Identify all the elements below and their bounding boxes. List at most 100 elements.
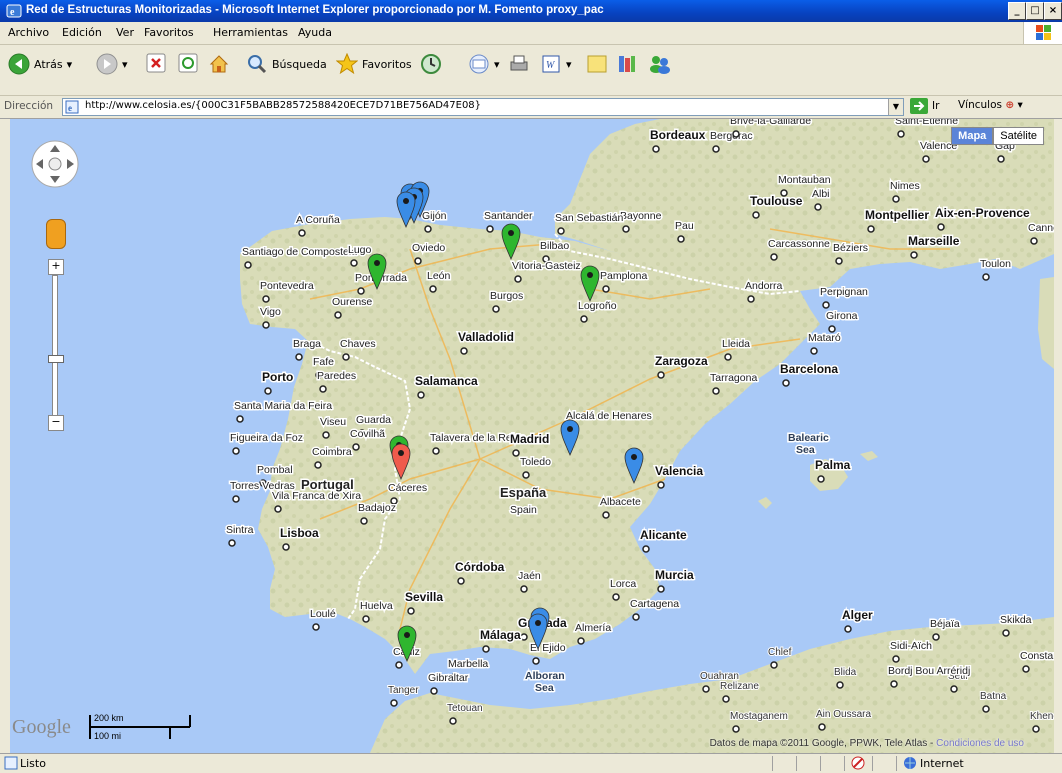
menu-favoritos[interactable]: Favoritos — [144, 26, 194, 39]
city-name: Carcassonne — [768, 238, 830, 250]
zoom-control[interactable]: + − — [48, 259, 64, 431]
google-logo[interactable]: Google — [12, 716, 71, 739]
city-name: Montpellier — [865, 208, 929, 222]
print-button[interactable] — [508, 53, 530, 75]
research-button[interactable] — [616, 53, 638, 75]
city-dot — [910, 251, 918, 259]
city-dot — [262, 295, 270, 303]
address-dropdown-icon[interactable]: ▼ — [888, 99, 903, 115]
city-name: Salamanca — [415, 374, 478, 388]
marker-dot — [374, 260, 380, 266]
mail-icon — [469, 54, 489, 74]
city-name: Ourense — [332, 296, 372, 308]
edit-button[interactable]: W ▾ — [540, 53, 572, 75]
zoom-slider-handle[interactable] — [48, 355, 64, 363]
city-name: Viseu — [320, 416, 346, 428]
marker-dot — [567, 426, 573, 432]
city-name: Vitoria-Gasteiz — [512, 260, 581, 272]
ie-icon: e — [6, 4, 22, 18]
back-button[interactable]: Atrás ▾ — [8, 53, 72, 75]
city-dot — [752, 211, 760, 219]
city-dot — [997, 155, 1005, 163]
city-dot — [395, 661, 403, 669]
city-dot — [577, 637, 585, 645]
search-button[interactable]: Búsqueda — [246, 53, 327, 75]
discuss-button[interactable] — [586, 53, 608, 75]
minimize-button[interactable]: _ — [1008, 2, 1026, 20]
printer-icon — [510, 55, 528, 71]
terms-link[interactable]: Condiciones de uso — [936, 738, 1024, 749]
zoom-out-button[interactable]: − — [48, 415, 64, 431]
city-dot — [262, 321, 270, 329]
city-name: Bayonne — [620, 210, 662, 222]
city-dot — [1002, 629, 1010, 637]
city-dot — [282, 543, 290, 551]
city-dot — [414, 257, 422, 265]
city-name: Relizane — [720, 681, 759, 692]
mail-button[interactable]: ▾ — [468, 53, 500, 75]
city-dot — [520, 633, 528, 641]
refresh-button[interactable] — [178, 53, 198, 73]
stop-icon — [146, 53, 166, 73]
messenger-button[interactable] — [648, 53, 672, 75]
city-dot — [747, 295, 755, 303]
home-icon — [209, 55, 229, 73]
close-button[interactable]: × — [1044, 2, 1062, 20]
city-name: Sidi-Aïch — [890, 640, 932, 652]
city-dot — [622, 225, 630, 233]
city-name: Santander — [484, 210, 533, 222]
history-icon — [421, 54, 441, 74]
city-dot — [890, 680, 898, 688]
city-name: Palma — [815, 458, 851, 472]
city-dot — [514, 275, 522, 283]
city-dot — [350, 259, 358, 267]
zoom-in-button[interactable]: + — [48, 259, 64, 275]
city-dot — [657, 371, 665, 379]
city-dot — [298, 229, 306, 237]
city-name: Bilbao — [540, 240, 569, 252]
forward-button[interactable]: ▾ — [96, 53, 128, 75]
map-canvas[interactable]: Bordeaux Bergerac Montauban Albi Toulouse Mon… — [10, 119, 1054, 753]
stop-button[interactable] — [146, 53, 166, 73]
city-dot — [1022, 665, 1030, 673]
sea-label-alboran: Alboran — [525, 670, 565, 682]
city-name: Alcalá de Henares — [566, 410, 652, 422]
street-view-pegman-icon[interactable] — [46, 219, 66, 249]
map-pan-control[interactable] — [30, 139, 80, 189]
address-input[interactable]: e http://www.celosia.es/{000C31F5BABB285… — [62, 98, 904, 116]
search-icon — [248, 55, 267, 74]
city-dot — [457, 577, 465, 585]
map-type-map-button[interactable]: Mapa — [951, 127, 994, 145]
menu-edicion[interactable]: Edición — [62, 26, 102, 39]
city-name: León — [427, 270, 451, 282]
city-name: Vigo — [260, 306, 281, 318]
menu-ver[interactable]: Ver — [116, 26, 134, 39]
menu-ayuda[interactable]: Ayuda — [298, 26, 332, 39]
favorites-button[interactable]: Favoritos — [336, 53, 412, 75]
menu-archivo[interactable]: Archivo — [8, 26, 49, 39]
menu-herramientas[interactable]: Herramientas — [213, 26, 288, 39]
maximize-button[interactable]: □ — [1026, 2, 1044, 20]
city-name: Zaragoza — [655, 354, 708, 368]
city-dot — [482, 645, 490, 653]
history-button[interactable] — [420, 53, 442, 75]
city-dot — [892, 655, 900, 663]
city-name: Albi — [812, 188, 830, 200]
city-name: Tanger — [388, 685, 419, 696]
home-button[interactable] — [208, 53, 230, 75]
city-dot — [844, 625, 852, 633]
city-name: Pamplona — [600, 270, 647, 282]
city-name: Khenchela — [1030, 711, 1054, 722]
city-name: Pau — [675, 220, 694, 232]
google-map[interactable]: Bordeaux Bergerac Montauban Albi Toulouse Mon… — [10, 119, 1054, 753]
go-button[interactable]: Ir — [910, 98, 939, 114]
city-dot — [732, 725, 740, 733]
zoom-slider-track[interactable] — [52, 275, 58, 417]
city-name: Sintra — [226, 524, 254, 536]
links-button[interactable]: Vínculos ⊕ ▾ — [958, 99, 1023, 111]
city-name: Cartagena — [630, 598, 679, 610]
map-type-control: Mapa Satélite — [951, 127, 1044, 145]
map-type-satellite-button[interactable]: Satélite — [993, 127, 1044, 145]
popup-blocked-icon[interactable] — [850, 755, 866, 771]
city-name: Burgos — [490, 290, 523, 302]
